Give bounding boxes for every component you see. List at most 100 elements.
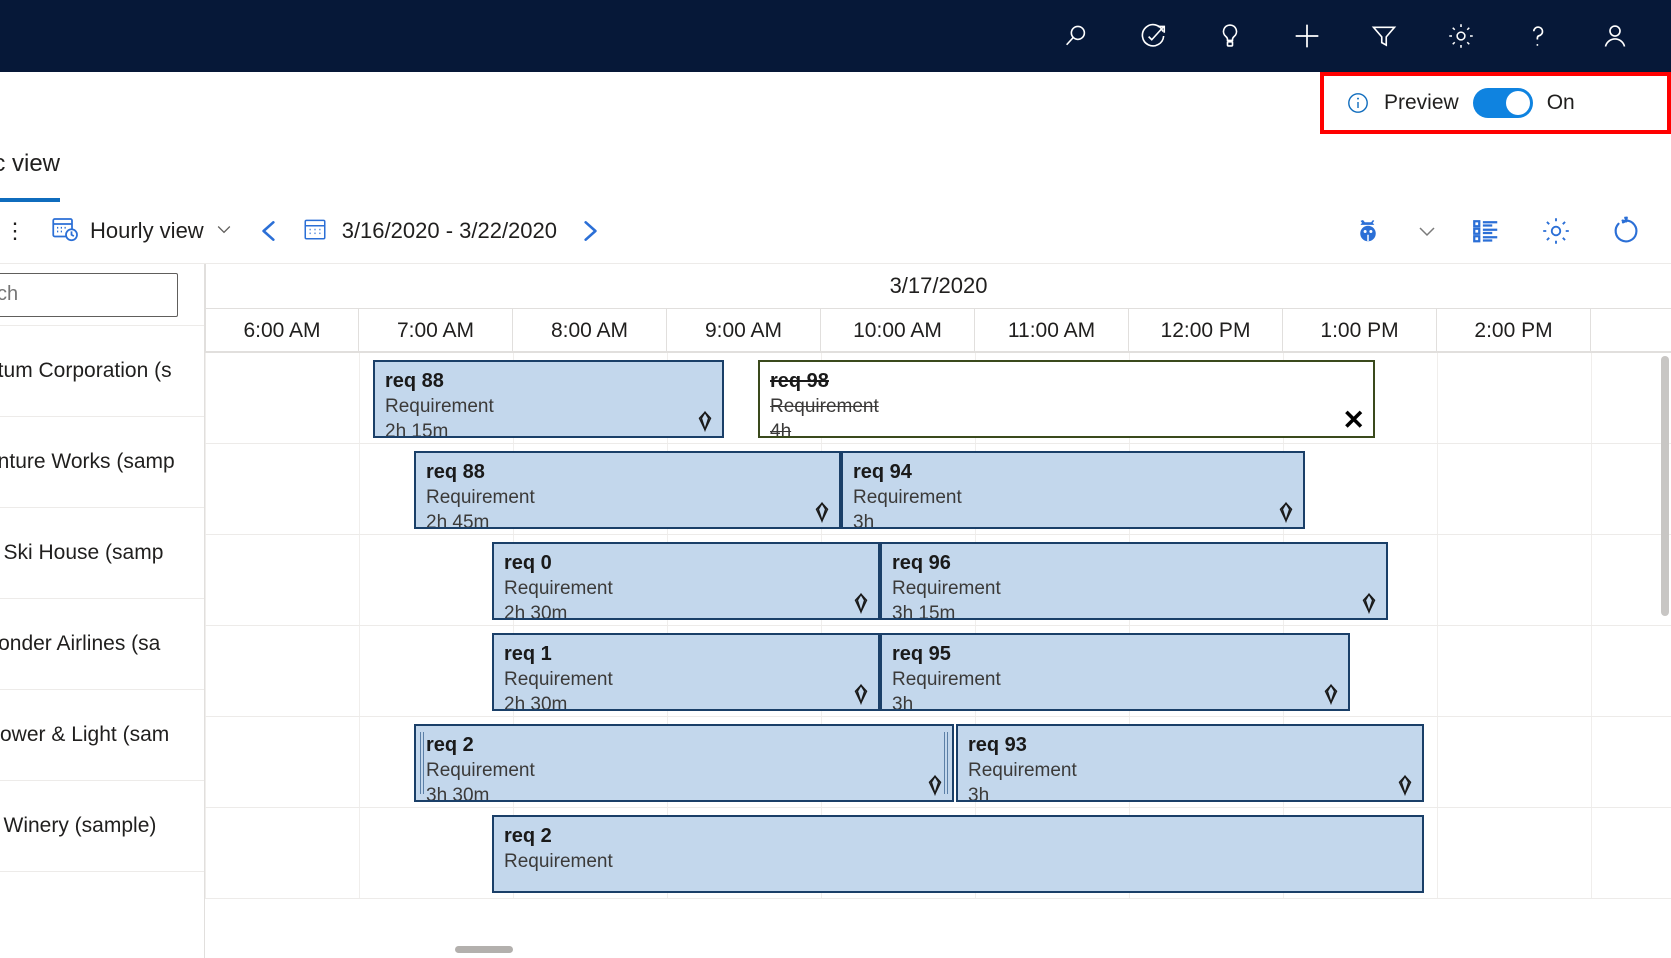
chevron-down-icon[interactable] — [1403, 198, 1451, 264]
resource-name: e Ski House (samp — [0, 541, 164, 564]
horizontal-scrollbar-thumb[interactable] — [455, 946, 513, 953]
resource-panel: atum Corporation (s enture Works (samp e S… — [0, 264, 205, 958]
grid-column-line — [359, 535, 360, 625]
hour-header-cell: 8:00 AM — [513, 309, 667, 353]
grid-column-line — [1437, 353, 1438, 443]
scheduler-toolbar: ⋮ Hourly view 3/16/2020 - 3/22/2020 — [0, 198, 1671, 264]
next-period-button[interactable] — [563, 216, 617, 246]
appointment-subtitle: Requirement — [770, 396, 879, 417]
resize-handle-left[interactable] — [420, 732, 424, 794]
appointment-card[interactable]: req 2 Requirement — [492, 815, 1424, 893]
appointment-card[interactable]: req 0 Requirement 2h 30m — [492, 542, 880, 620]
refresh-icon[interactable] — [1591, 198, 1661, 264]
appointment-card[interactable]: req 88 Requirement 2h 45m — [414, 451, 841, 529]
search-input[interactable] — [0, 272, 178, 317]
resource-name: enture Works (samp — [0, 450, 175, 473]
view-mode-label: Hourly view — [90, 218, 204, 243]
appointment-card[interactable]: req 95 Requirement 3h — [880, 633, 1350, 711]
preview-toggle-container: Preview On — [1320, 72, 1671, 134]
preview-toggle-state: On — [1546, 91, 1575, 114]
appointment-title: req 88 — [385, 370, 444, 392]
preview-toggle-switch[interactable] — [1472, 88, 1533, 118]
gear-icon[interactable] — [1422, 0, 1499, 72]
view-mode-selector[interactable]: Hourly view — [42, 214, 242, 249]
schedule-row: req 88 Requirement 2h 15m req 98 Requirement… — [205, 353, 1671, 444]
grid-date-label: 3/17/2020 — [889, 273, 988, 298]
requirement-badge-icon — [850, 592, 872, 615]
resource-row[interactable]: o Winery (sample) — [0, 781, 204, 872]
resource-row[interactable]: Power & Light (sam — [0, 690, 204, 781]
appointment-card[interactable]: req 98 Requirement 4h ✕ — [758, 360, 1375, 438]
preview-label: Preview — [1384, 91, 1459, 114]
appointment-card[interactable]: req 2 Requirement 3h 30m — [414, 724, 954, 802]
appointment-title: req 93 — [968, 734, 1027, 756]
toolbar-overflow-button[interactable]: ⋮ — [0, 218, 30, 244]
grid-date-header: 3/17/2020 — [205, 264, 1671, 309]
grid-column-line — [1591, 717, 1592, 807]
appointment-title: req 2 — [426, 734, 474, 756]
appointment-subtitle: Requirement — [968, 760, 1077, 781]
resource-row[interactable]: e Ski House (samp — [0, 508, 204, 599]
appointment-card[interactable]: req 96 Requirement 3h 15m — [880, 542, 1388, 620]
appointment-subtitle: Requirement — [892, 669, 1001, 690]
grid-column-line — [1437, 535, 1438, 625]
appointment-duration: 2h 30m — [504, 602, 568, 620]
appointment-subtitle: Requirement — [385, 396, 494, 417]
resource-name: Power & Light (sam — [0, 723, 170, 746]
resize-handle-right[interactable] — [944, 732, 948, 794]
appointment-card[interactable]: req 94 Requirement 3h — [841, 451, 1305, 529]
appointment-subtitle: Requirement — [426, 760, 535, 781]
resource-row[interactable]: Yonder Airlines (sa — [0, 599, 204, 690]
appointment-duration: 2h 45m — [426, 511, 490, 529]
requirement-badge-icon — [1394, 774, 1416, 797]
grid-column-line — [1437, 717, 1438, 807]
person-icon[interactable] — [1576, 0, 1653, 72]
horizontal-scrollbar-track[interactable] — [205, 942, 1671, 958]
grid-column-line — [1591, 808, 1592, 898]
grid-column-line — [205, 626, 206, 716]
schedule-row: req 2 Requirement — [205, 808, 1671, 899]
schedule-grid: 3/17/2020 6:00 AM 7:00 AM 8:00 AM 9:00 AM 10… — [205, 264, 1671, 958]
requirement-badge-icon — [924, 774, 946, 797]
appointment-card[interactable]: req 93 Requirement 3h — [956, 724, 1424, 802]
requirement-badge-icon — [1358, 592, 1380, 615]
list-icon[interactable] — [1451, 198, 1521, 264]
scheduler-main: atum Corporation (s enture Works (samp e S… — [0, 264, 1671, 958]
grid-hour-header: 6:00 AM 7:00 AM 8:00 AM 9:00 AM 10:00 AM 11:0… — [205, 309, 1671, 353]
appointment-card[interactable]: req 1 Requirement 2h 30m — [492, 633, 880, 711]
resource-name: atum Corporation (s — [0, 359, 172, 382]
close-icon[interactable]: ✕ — [1342, 407, 1365, 434]
grid-body: req 88 Requirement 2h 15m req 98 Requirement… — [205, 353, 1671, 958]
resource-row-list: atum Corporation (s enture Works (samp e S… — [0, 326, 204, 872]
grid-column-line — [1591, 444, 1592, 534]
filter-icon[interactable] — [1345, 0, 1422, 72]
previous-period-button[interactable] — [242, 216, 296, 246]
grid-column-line — [359, 808, 360, 898]
plus-icon[interactable] — [1268, 0, 1345, 72]
assistant-icon[interactable] — [1114, 0, 1191, 72]
date-range-picker[interactable]: 3/16/2020 - 3/22/2020 — [296, 216, 563, 247]
appointment-subtitle: Requirement — [853, 487, 962, 508]
grid-column-line — [1437, 808, 1438, 898]
resource-row[interactable]: atum Corporation (s — [0, 326, 204, 417]
search-icon[interactable] — [1037, 0, 1114, 72]
info-icon — [1346, 91, 1370, 115]
hour-header-cell: 10:00 AM — [821, 309, 975, 353]
appointment-card[interactable]: req 88 Requirement 2h 15m — [373, 360, 724, 438]
requirement-badge-icon — [811, 501, 833, 524]
grid-column-line — [359, 626, 360, 716]
appointment-duration: 3h — [968, 784, 990, 802]
lightbulb-icon[interactable] — [1191, 0, 1268, 72]
vertical-scrollbar[interactable] — [1661, 356, 1669, 616]
gear-icon[interactable] — [1521, 198, 1591, 264]
calendar-clock-icon — [50, 214, 80, 249]
help-icon[interactable] — [1499, 0, 1576, 72]
resource-row[interactable]: enture Works (samp — [0, 417, 204, 508]
appointment-subtitle: Requirement — [504, 669, 613, 690]
grid-column-line — [1437, 444, 1438, 534]
grid-column-line — [1591, 535, 1592, 625]
schedule-row: req 2 Requirement 3h 30m req 93 Requirement 3… — [205, 717, 1671, 808]
appointment-duration: 4h — [770, 420, 792, 438]
bug-icon[interactable] — [1333, 198, 1403, 264]
grid-column-line — [359, 444, 360, 534]
